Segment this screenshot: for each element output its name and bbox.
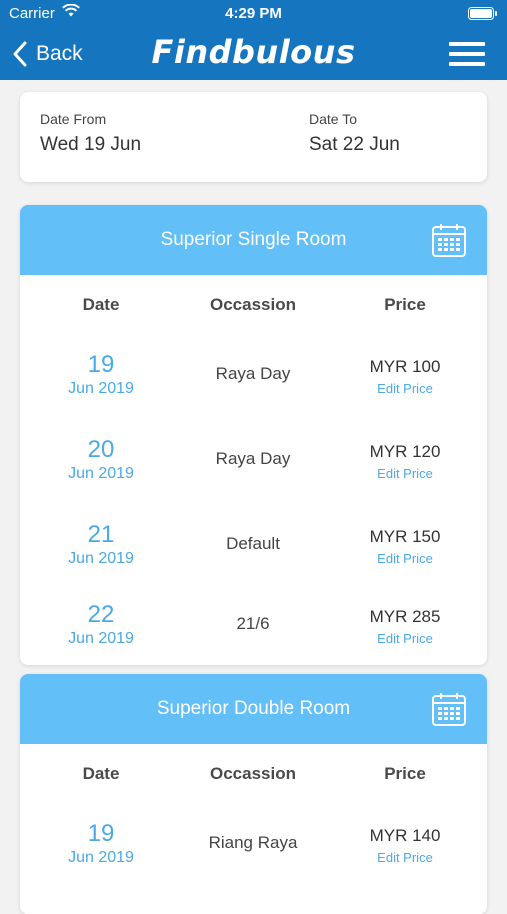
row-day: 19 [87, 351, 115, 378]
row-occasion: Raya Day [215, 364, 291, 383]
edit-price-link[interactable]: Edit Price [325, 631, 485, 646]
row-occasion: Default [226, 534, 280, 553]
column-occasion: Occassion [210, 764, 296, 783]
calendar-icon[interactable] [431, 691, 467, 727]
column-date: Date [82, 295, 120, 314]
row-day: 20 [87, 436, 115, 463]
row-occasion: Raya Day [215, 449, 291, 468]
room-title: Superior Double Room [156, 698, 351, 719]
date-to[interactable]: Date To Sat 22 Jun [309, 111, 400, 156]
edit-price-link[interactable]: Edit Price [325, 850, 485, 865]
room-card-superior-single: Superior Single Room Date Occassion Pric… [20, 205, 487, 665]
table-header: Date Occassion Price [20, 275, 487, 333]
hamburger-menu-icon[interactable] [449, 42, 485, 68]
row-price: MYR 285 [369, 607, 441, 626]
table-row: 20 Jun 2019 Raya Day MYR 120 Edit Price [20, 418, 487, 503]
date-from-label: Date From [40, 111, 107, 127]
edit-price-link[interactable]: Edit Price [325, 466, 485, 481]
column-date: Date [82, 764, 120, 783]
column-occasion: Occassion [210, 295, 296, 314]
room-title: Superior Single Room [160, 229, 347, 250]
row-occasion: Riang Raya [208, 833, 298, 852]
date-from[interactable]: Date From Wed 19 Jun [40, 111, 141, 156]
status-bar: Carrier 4:29 PM [0, 0, 507, 28]
row-price: MYR 120 [369, 442, 441, 461]
table-header: Date Occassion Price [20, 744, 487, 802]
row-day: 21 [87, 521, 115, 548]
edit-price-link[interactable]: Edit Price [325, 381, 485, 396]
room-card-superior-double: Superior Double Room Date Occassion Pric… [20, 674, 487, 914]
app-logo: Findbulous [151, 33, 356, 71]
column-price: Price [384, 764, 426, 783]
row-occasion: 21/6 [236, 614, 270, 633]
date-from-value: Wed 19 Jun [40, 134, 142, 155]
date-to-value: Sat 22 Jun [309, 134, 400, 155]
row-day: 22 [87, 601, 115, 628]
edit-price-link[interactable]: Edit Price [325, 551, 485, 566]
app-header: Carrier 4:29 PM Back Findbulous [0, 0, 507, 80]
row-price: MYR 150 [369, 527, 441, 546]
room-header: Superior Double Room [20, 674, 487, 744]
table-row: 21 Jun 2019 Default MYR 150 Edit Price [20, 503, 487, 588]
date-range-card: Date From Wed 19 Jun Date To Sat 22 Jun [20, 92, 487, 182]
row-month: Jun 2019 [68, 630, 134, 647]
row-price: MYR 140 [369, 826, 441, 845]
calendar-icon[interactable] [431, 222, 467, 258]
status-time: 4:29 PM [225, 5, 282, 22]
row-month: Jun 2019 [68, 550, 134, 567]
column-price: Price [384, 295, 426, 314]
row-month: Jun 2019 [68, 849, 134, 866]
row-day: 19 [87, 820, 115, 847]
row-month: Jun 2019 [68, 380, 134, 397]
date-to-label: Date To [309, 111, 357, 127]
row-price: MYR 100 [369, 357, 441, 376]
row-month: Jun 2019 [68, 465, 134, 482]
table-row: 19 Jun 2019 Riang Raya MYR 140 Edit Pric… [20, 802, 487, 887]
table-row: 19 Jun 2019 Raya Day MYR 100 Edit Price [20, 333, 487, 418]
room-header: Superior Single Room [20, 205, 487, 275]
table-row: 22 Jun 2019 21/6 MYR 285 Edit Price [20, 588, 487, 663]
nav-bar: Back Findbulous [0, 28, 507, 80]
battery-icon [468, 7, 497, 20]
